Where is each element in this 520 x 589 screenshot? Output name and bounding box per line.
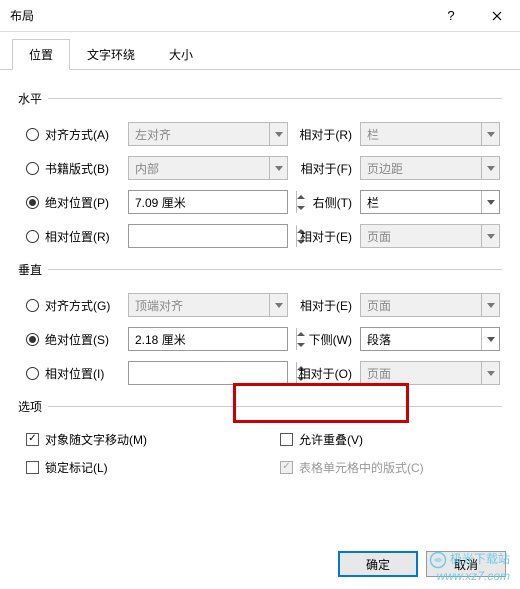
- vert-abs-row: 绝对位置(S) 下侧(W) 段落: [18, 322, 502, 356]
- combo-horiz-abs-rel[interactable]: 栏: [360, 190, 500, 214]
- chevron-down-icon: [481, 123, 499, 145]
- opt-allow-overlap[interactable]: 允许重叠(V): [260, 425, 494, 453]
- combo-horiz-rel-rel[interactable]: 页面: [360, 224, 500, 248]
- input-vert-abs[interactable]: [129, 328, 296, 350]
- titlebar: 布局 ?: [0, 0, 520, 32]
- chevron-down-icon: [481, 362, 499, 384]
- section-options: 选项: [18, 398, 502, 415]
- chevron-down-icon: [269, 157, 287, 179]
- combo-vert-abs-rel[interactable]: 段落: [360, 327, 500, 351]
- combo-horiz-align-rel[interactable]: 栏: [360, 122, 500, 146]
- combo-horiz-book-rel[interactable]: 页边距: [360, 156, 500, 180]
- window-title: 布局: [10, 7, 428, 24]
- horiz-abs-row: 绝对位置(P) 右侧(T) 栏: [18, 185, 502, 219]
- chevron-down-icon: [269, 123, 287, 145]
- check-table-layout: ✓: [280, 461, 293, 474]
- tab-size[interactable]: 大小: [152, 39, 210, 70]
- combo-horiz-book[interactable]: 内部: [128, 156, 288, 180]
- chevron-down-icon: [269, 294, 287, 316]
- chevron-down-icon: [481, 225, 499, 247]
- close-button[interactable]: [474, 0, 520, 32]
- section-horizontal: 水平: [18, 90, 502, 107]
- close-icon: [492, 11, 502, 21]
- radio-vert-align[interactable]: [26, 299, 39, 312]
- combo-vert-rel-rel[interactable]: 页面: [360, 361, 500, 385]
- radio-horiz-rel[interactable]: [26, 230, 39, 243]
- spinner-horiz-abs[interactable]: [128, 190, 288, 214]
- help-button[interactable]: ?: [428, 0, 474, 32]
- input-horiz-abs[interactable]: [129, 191, 296, 213]
- ok-button[interactable]: 确定: [338, 551, 418, 577]
- radio-horiz-align[interactable]: [26, 128, 39, 141]
- horiz-rel-row: 相对位置(R) 相对于(E) 页面: [18, 219, 502, 253]
- radio-horiz-book[interactable]: [26, 162, 39, 175]
- vert-rel-row: 相对位置(I) 相对于(O) 页面: [18, 356, 502, 390]
- chevron-down-icon: [481, 191, 499, 213]
- check-move-with-text[interactable]: ✓: [26, 433, 39, 446]
- input-vert-rel[interactable]: [129, 362, 296, 384]
- spinner-vert-rel[interactable]: [128, 361, 288, 385]
- combo-vert-align[interactable]: 顶端对齐: [128, 293, 288, 317]
- opt-table-layout: ✓表格单元格中的版式(C): [260, 453, 494, 481]
- opt-lock-anchor[interactable]: 锁定标记(L): [26, 453, 260, 481]
- footer: 确定 取消: [338, 551, 506, 577]
- section-vertical: 垂直: [18, 261, 502, 278]
- spinner-vert-abs[interactable]: [128, 327, 288, 351]
- radio-vert-rel[interactable]: [26, 367, 39, 380]
- radio-vert-abs[interactable]: [26, 333, 39, 346]
- radio-horiz-abs[interactable]: [26, 196, 39, 209]
- check-allow-overlap[interactable]: [280, 433, 293, 446]
- tabs: 位置 文字环绕 大小: [0, 32, 520, 70]
- horiz-align-row: 对齐方式(A) 左对齐 相对于(R) 栏: [18, 117, 502, 151]
- cancel-button[interactable]: 取消: [426, 551, 506, 577]
- combo-vert-align-rel[interactable]: 页面: [360, 293, 500, 317]
- spinner-horiz-rel[interactable]: [128, 224, 288, 248]
- chevron-down-icon: [481, 294, 499, 316]
- tab-textwrap[interactable]: 文字环绕: [70, 39, 152, 70]
- horiz-book-row: 书籍版式(B) 内部 相对于(F) 页边距: [18, 151, 502, 185]
- check-lock-anchor[interactable]: [26, 461, 39, 474]
- input-horiz-rel[interactable]: [129, 225, 296, 247]
- combo-horiz-align[interactable]: 左对齐: [128, 122, 288, 146]
- opt-move-with-text[interactable]: ✓对象随文字移动(M): [26, 425, 260, 453]
- tab-position[interactable]: 位置: [12, 39, 70, 70]
- chevron-down-icon: [481, 157, 499, 179]
- chevron-down-icon: [481, 328, 499, 350]
- vert-align-row: 对齐方式(G) 顶端对齐 相对于(E) 页面: [18, 288, 502, 322]
